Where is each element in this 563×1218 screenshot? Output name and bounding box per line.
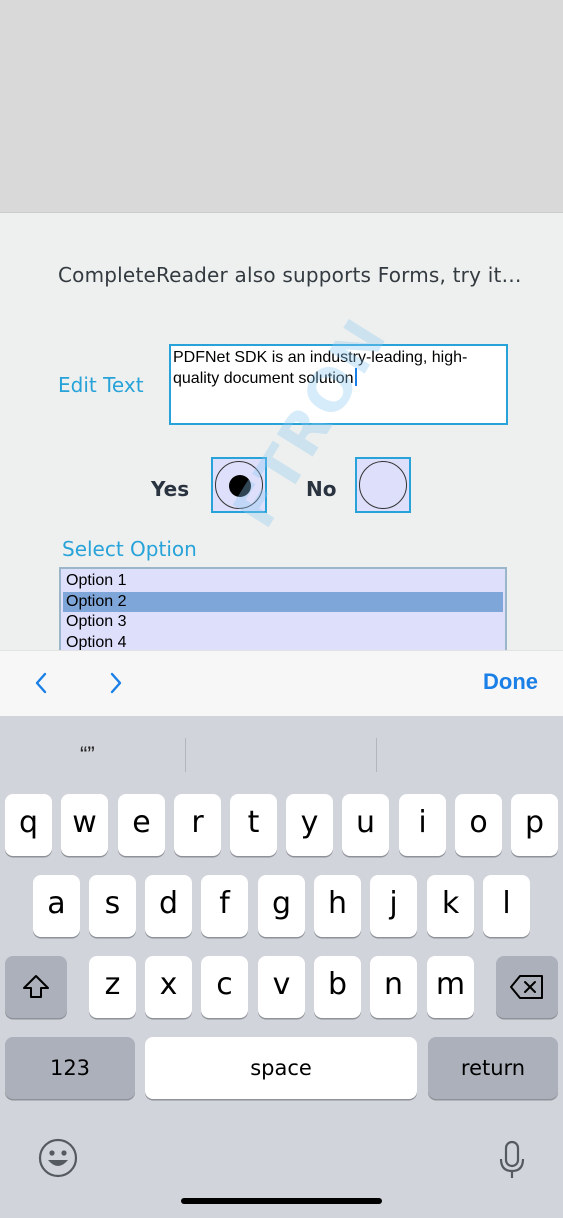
- suggestion-quotes[interactable]: “”: [80, 742, 95, 768]
- key-a[interactable]: a: [33, 875, 80, 937]
- key-f[interactable]: f: [201, 875, 248, 937]
- intro-text: CompleteReader also supports Forms, try …: [58, 263, 522, 287]
- home-indicator: [181, 1198, 382, 1204]
- suggestion-divider: [185, 738, 186, 772]
- keyboard-accessory-bar: Done: [0, 650, 563, 717]
- delete-key[interactable]: [496, 956, 558, 1018]
- keyboard: “” q w e r t y u i o p a s d f g h j k l…: [0, 716, 563, 1218]
- list-option-2[interactable]: Option 2: [63, 591, 503, 612]
- shift-key[interactable]: [5, 956, 67, 1018]
- radio-yes-button[interactable]: [211, 457, 267, 513]
- emoji-icon[interactable]: [38, 1138, 78, 1183]
- key-y[interactable]: y: [286, 794, 333, 856]
- radio-yes-label: Yes: [151, 477, 190, 501]
- pdf-page: CompleteReader also supports Forms, try …: [0, 212, 563, 653]
- key-o[interactable]: o: [455, 794, 502, 856]
- suggestion-divider: [376, 738, 377, 772]
- shift-icon: [23, 975, 49, 998]
- radio-selected-dot: [229, 475, 251, 497]
- key-m[interactable]: m: [427, 956, 474, 1018]
- radio-no-label: No: [306, 477, 337, 501]
- key-r[interactable]: r: [174, 794, 221, 856]
- key-b[interactable]: b: [314, 956, 361, 1018]
- key-i[interactable]: i: [399, 794, 446, 856]
- list-option-1[interactable]: Option 1: [63, 571, 503, 592]
- key-e[interactable]: e: [118, 794, 165, 856]
- key-k[interactable]: k: [427, 875, 474, 937]
- key-v[interactable]: v: [258, 956, 305, 1018]
- text-form-field[interactable]: PDFNet SDK is an industry-leading, high-…: [169, 344, 508, 425]
- done-button[interactable]: Done: [483, 669, 538, 695]
- text-field-line-2: quality document solution: [173, 368, 504, 389]
- key-h[interactable]: h: [314, 875, 361, 937]
- delete-icon: [510, 975, 543, 999]
- microphone-icon[interactable]: [498, 1140, 526, 1185]
- key-n[interactable]: n: [370, 956, 417, 1018]
- key-s[interactable]: s: [89, 875, 136, 937]
- list-option-3[interactable]: Option 3: [63, 612, 503, 633]
- option-listbox[interactable]: Option 1 Option 2 Option 3 Option 4: [59, 567, 507, 653]
- key-d[interactable]: d: [145, 875, 192, 937]
- suggestion-bar: “”: [0, 716, 563, 792]
- key-z[interactable]: z: [89, 956, 136, 1018]
- radio-no-circle: [359, 461, 407, 509]
- chevron-right-icon[interactable]: [104, 671, 128, 695]
- key-l[interactable]: l: [483, 875, 530, 937]
- key-x[interactable]: x: [145, 956, 192, 1018]
- edit-text-label: Edit Text: [58, 373, 144, 397]
- radio-no-button[interactable]: [355, 457, 411, 513]
- text-field-line-1: PDFNet SDK is an industry-leading, high-: [173, 349, 468, 366]
- key-q[interactable]: q: [5, 794, 52, 856]
- key-c[interactable]: c: [201, 956, 248, 1018]
- key-t[interactable]: t: [230, 794, 277, 856]
- numbers-key[interactable]: 123: [5, 1037, 135, 1099]
- text-field-line-2-text: quality document solution: [173, 370, 354, 387]
- key-u[interactable]: u: [342, 794, 389, 856]
- text-caret: [354, 368, 357, 386]
- key-g[interactable]: g: [258, 875, 305, 937]
- key-j[interactable]: j: [370, 875, 417, 937]
- key-p[interactable]: p: [511, 794, 558, 856]
- radio-yes-circle: [215, 461, 263, 509]
- return-key[interactable]: return: [428, 1037, 558, 1099]
- viewer-background: [0, 0, 563, 212]
- space-key[interactable]: space: [145, 1037, 417, 1099]
- select-option-label: Select Option: [62, 537, 197, 561]
- key-w[interactable]: w: [61, 794, 108, 856]
- chevron-left-icon[interactable]: [30, 671, 54, 695]
